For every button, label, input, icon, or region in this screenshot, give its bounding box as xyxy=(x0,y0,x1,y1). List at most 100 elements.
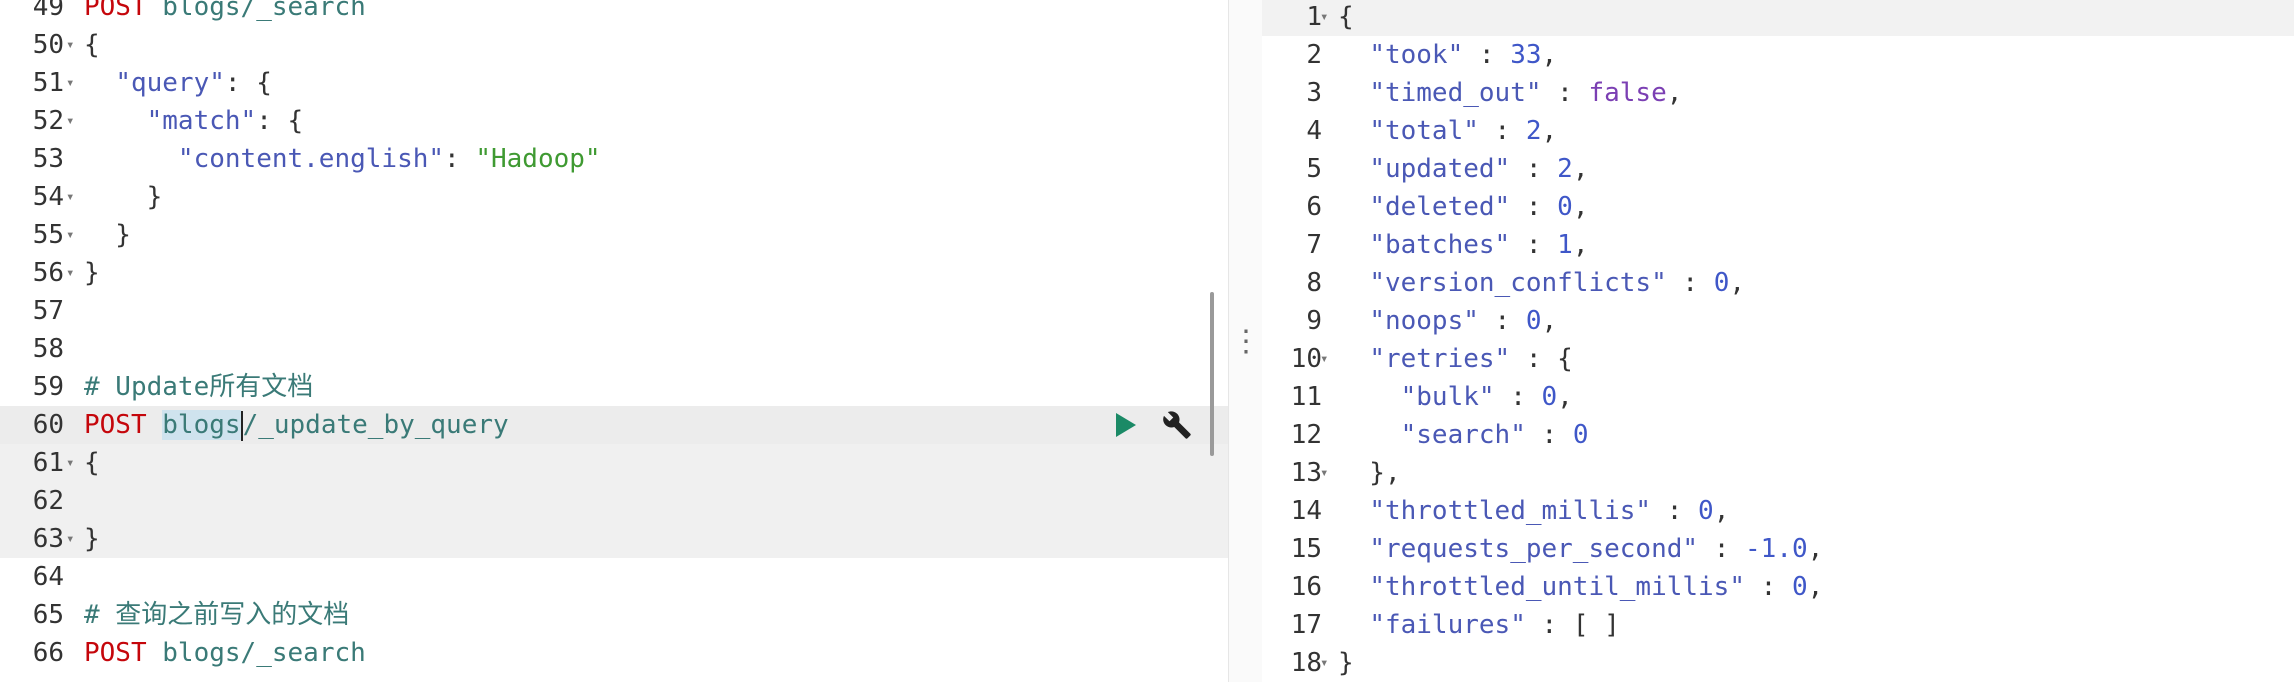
code-token: : { xyxy=(1510,344,1573,374)
line-number: 5 xyxy=(1306,154,1322,184)
editor-line[interactable]: 51 ▾ "query": { xyxy=(0,64,1228,102)
code-text: # 查询之前写入的文档 xyxy=(84,596,349,634)
response-line: 17 "failures" : [ ] xyxy=(1262,606,2294,644)
editor-line[interactable]: 52 ▾ "match": { xyxy=(0,102,1228,140)
code-token: , xyxy=(1807,534,1824,564)
code-token: -1.0 xyxy=(1745,534,1808,564)
editor-line[interactable]: 61 ▾{ xyxy=(0,444,1228,482)
code-token: "deleted" xyxy=(1369,192,1511,222)
line-number: 3 xyxy=(1306,78,1322,108)
code-text: "took" : 33, xyxy=(1338,36,1557,74)
response-line: 18▾} xyxy=(1262,644,2294,682)
line-number: 11 xyxy=(1290,382,1322,412)
code-text: "content.english": "Hadoop" xyxy=(84,140,601,178)
code-token: 1 xyxy=(1557,230,1573,260)
editor-line[interactable]: 66 POST blogs/_search xyxy=(0,634,1228,672)
editor-lines: 49 POST blogs/_search 50 ▾{51 ▾ "query": {52… xyxy=(0,0,1228,672)
line-number: 17 xyxy=(1290,610,1322,640)
code-text: "timed_out" : false, xyxy=(1338,74,1682,112)
code-token: 2 xyxy=(1557,154,1573,184)
editor-line[interactable]: 62 xyxy=(0,482,1228,520)
code-token: "throttled_millis" xyxy=(1369,496,1652,526)
editor-line[interactable]: 63 ▾} xyxy=(0,520,1228,558)
code-text: "match": { xyxy=(84,102,304,140)
code-token: /_update_by_query xyxy=(242,410,509,440)
code-token: , xyxy=(1572,154,1589,184)
line-number: 9 xyxy=(1306,306,1322,336)
editor-line[interactable]: 50 ▾{ xyxy=(0,26,1228,64)
code-token: , xyxy=(1541,40,1558,70)
editor-scrollbar[interactable] xyxy=(1210,292,1214,456)
code-text: "failures" : [ ] xyxy=(1338,606,1620,644)
code-token: : [ ] xyxy=(1525,610,1620,640)
code-text: "throttled_until_millis" : 0, xyxy=(1338,568,1823,606)
line-number: 15 xyxy=(1290,534,1322,564)
response-line: 16 "throttled_until_millis" : 0, xyxy=(1262,568,2294,606)
console-response-viewer: 1▾{ 2 "took" : 33, 3 "timed_out" : false, 4… xyxy=(1262,0,2294,682)
code-token: "total" xyxy=(1369,116,1479,146)
line-number: 57 xyxy=(32,296,64,326)
code-token: "updated" xyxy=(1369,154,1511,184)
editor-line[interactable]: 55 ▾ } xyxy=(0,216,1228,254)
code-text: { xyxy=(84,444,100,482)
code-token: "search" xyxy=(1400,420,1526,450)
wrench-icon[interactable] xyxy=(1162,410,1192,440)
response-line: 5 "updated" : 2, xyxy=(1262,150,2294,188)
code-token: : xyxy=(444,144,476,174)
code-token: "Hadoop" xyxy=(475,144,601,174)
editor-line[interactable]: 64 xyxy=(0,558,1228,596)
response-line: 4 "total" : 2, xyxy=(1262,112,2294,150)
code-token: "match" xyxy=(146,106,257,136)
code-token: : xyxy=(1463,40,1511,70)
editor-line[interactable]: 58 xyxy=(0,330,1228,368)
code-token: : xyxy=(1478,306,1526,336)
code-token: blogs xyxy=(162,410,241,440)
code-text: "version_conflicts" : 0, xyxy=(1338,264,1745,302)
editor-line[interactable]: 65 # 查询之前写入的文档 xyxy=(0,596,1228,634)
code-token: 0 xyxy=(1698,496,1714,526)
code-token: "took" xyxy=(1369,40,1464,70)
play-icon[interactable] xyxy=(1116,413,1136,437)
editor-line[interactable]: 53 "content.english": "Hadoop" xyxy=(0,140,1228,178)
editor-line[interactable]: 57 xyxy=(0,292,1228,330)
code-token: } xyxy=(84,182,163,212)
code-token: { xyxy=(84,448,100,478)
code-token: : xyxy=(1698,534,1746,564)
response-line: 13▾ }, xyxy=(1262,454,2294,492)
code-token: , xyxy=(1713,496,1730,526)
code-text: "throttled_millis" : 0, xyxy=(1338,492,1729,530)
editor-line[interactable]: 59 # Update所有文档 xyxy=(0,368,1228,406)
code-token: , xyxy=(1557,382,1573,412)
code-token: "bulk" xyxy=(1400,382,1495,412)
code-token: 0 xyxy=(1557,192,1573,222)
editor-line[interactable]: 60 POST blogs/_update_by_query xyxy=(0,406,1228,444)
response-line: 6 "deleted" : 0, xyxy=(1262,188,2294,226)
code-text: } xyxy=(1338,644,1354,682)
editor-line[interactable]: 54 ▾ } xyxy=(0,178,1228,216)
code-token: 0 xyxy=(1525,306,1542,336)
editor-line[interactable]: 49 POST blogs/_search xyxy=(0,0,1228,26)
code-text: } xyxy=(84,520,100,558)
code-text: "deleted" : 0, xyxy=(1338,188,1588,226)
pane-splitter[interactable]: ⋮ xyxy=(1228,0,1264,682)
editor-line[interactable]: 56 ▾} xyxy=(0,254,1228,292)
line-number: 2 xyxy=(1306,40,1322,70)
code-text: "retries" : { xyxy=(1338,340,1573,378)
code-token: : xyxy=(1510,154,1558,184)
code-token: "requests_per_second" xyxy=(1369,534,1699,564)
console-request-editor[interactable]: 49 POST blogs/_search 50 ▾{51 ▾ "query": {52… xyxy=(0,0,1228,682)
code-token: "noops" xyxy=(1369,306,1479,336)
response-line: 11 "bulk" : 0, xyxy=(1262,378,2294,416)
response-line: 1▾{ xyxy=(1262,0,2294,36)
code-token: 0 xyxy=(1791,572,1808,602)
code-text: # Update所有文档 xyxy=(84,368,313,406)
